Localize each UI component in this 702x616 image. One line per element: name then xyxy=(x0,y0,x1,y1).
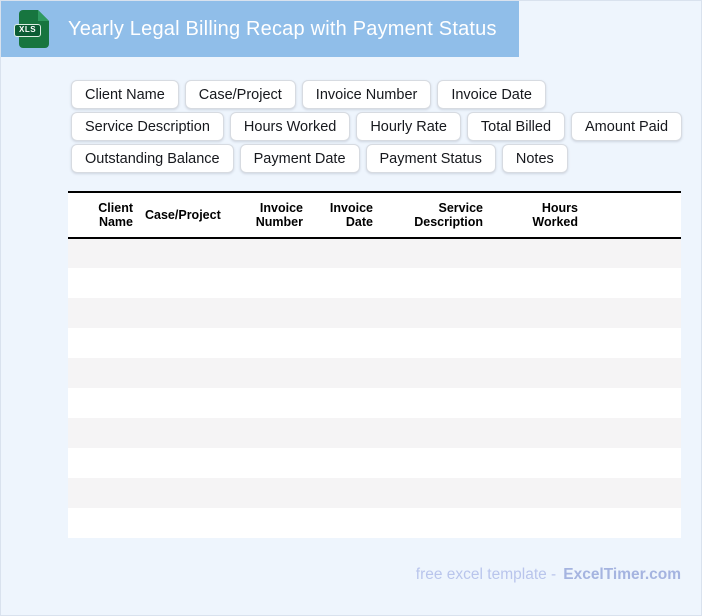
title-banner: XLS Yearly Legal Billing Recap with Paym… xyxy=(1,1,519,57)
col-header-invoice-number: Invoice Number xyxy=(255,201,303,229)
table-row xyxy=(68,298,681,328)
footer-caption: free excel template - xyxy=(415,566,557,583)
chip-total-billed[interactable]: Total Billed xyxy=(466,112,566,141)
table-row xyxy=(68,508,681,538)
table-row xyxy=(68,388,681,418)
table-row xyxy=(68,448,681,478)
table-row xyxy=(68,268,681,298)
chip-invoice-date[interactable]: Invoice Date xyxy=(437,80,546,109)
col-header-case-project: Case/Project xyxy=(145,208,221,222)
col-header-invoice-date: Invoice Date xyxy=(329,201,373,229)
billing-table-container: Client Name Case/Project Invoice Number … xyxy=(68,191,681,538)
col-header-hours-worked: Hours Worked xyxy=(532,201,578,229)
table-row xyxy=(68,418,681,448)
table-row xyxy=(68,478,681,508)
col-header-spacer xyxy=(586,192,681,238)
chip-client-name[interactable]: Client Name xyxy=(71,80,179,109)
chip-service-description[interactable]: Service Description xyxy=(71,112,224,141)
table-body xyxy=(68,238,681,538)
table-row xyxy=(68,328,681,358)
chip-hours-worked[interactable]: Hours Worked xyxy=(229,112,351,141)
billing-table: Client Name Case/Project Invoice Number … xyxy=(68,191,681,538)
chip-invoice-number[interactable]: Invoice Number xyxy=(301,80,432,109)
page-title: Yearly Legal Billing Recap with Payment … xyxy=(68,17,497,40)
chip-payment-status[interactable]: Payment Status xyxy=(365,144,496,173)
col-header-service-description: Service Description xyxy=(414,201,483,229)
chip-amount-paid[interactable]: Amount Paid xyxy=(571,112,683,141)
page: { "header": { "title": "Yearly Legal Bil… xyxy=(0,0,702,616)
chip-hourly-rate[interactable]: Hourly Rate xyxy=(356,112,461,141)
chip-notes[interactable]: Notes xyxy=(501,144,568,173)
table-header-row: Client Name Case/Project Invoice Number … xyxy=(68,192,681,238)
table-row xyxy=(68,238,681,268)
chip-payment-date[interactable]: Payment Date xyxy=(239,144,360,173)
footer: free excel template - ExcelTimer.com xyxy=(416,566,681,584)
table-row xyxy=(68,358,681,388)
xls-file-icon: XLS xyxy=(14,10,49,48)
footer-brand-link[interactable]: ExcelTimer.com xyxy=(563,566,681,584)
field-chip-list: Client Name Case/Project Invoice Number … xyxy=(71,80,683,173)
xls-badge-label: XLS xyxy=(14,24,42,37)
chip-case-project[interactable]: Case/Project xyxy=(184,80,296,109)
chip-outstanding-balance[interactable]: Outstanding Balance xyxy=(71,144,234,173)
col-header-client-name: Client Name xyxy=(98,201,133,229)
